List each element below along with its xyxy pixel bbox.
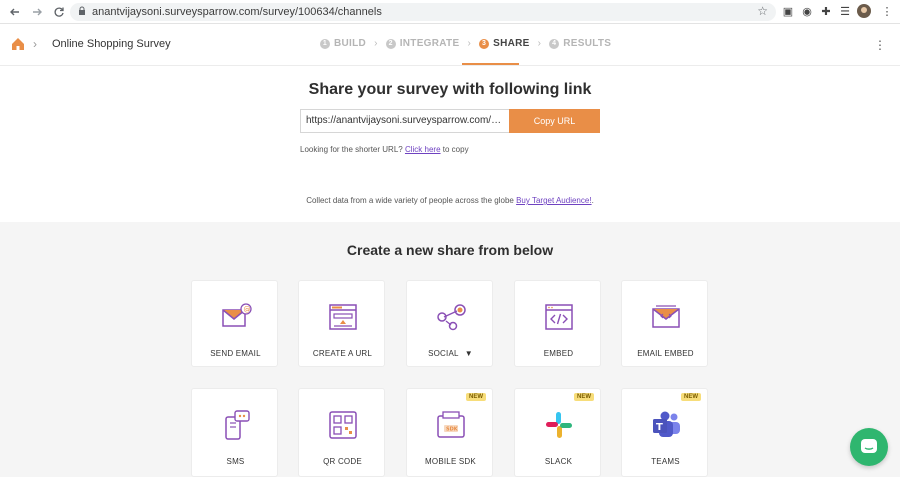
new-badge: NEW (574, 393, 594, 401)
create-url-icon (329, 304, 357, 330)
new-badge: NEW (681, 393, 701, 401)
chat-support-button[interactable] (850, 428, 888, 466)
social-icon (437, 304, 466, 331)
chevron-right-icon: › (537, 38, 542, 49)
bookmark-star-icon[interactable]: ☆ (757, 4, 768, 18)
sms-icon (225, 410, 250, 440)
puzzle-icon[interactable]: ✚ (819, 4, 833, 18)
qr-code-icon (329, 411, 357, 439)
chat-icon (861, 439, 877, 453)
share-option-social[interactable]: SOCIAL ▼ (406, 280, 493, 367)
teams-icon: T (653, 411, 680, 437)
share-option-teams[interactable]: NEW T TEAMS (621, 388, 708, 477)
share-option-embed[interactable]: EMBED (514, 280, 601, 367)
shorter-url-hint: Looking for the shorter URL? Click here … (300, 145, 469, 154)
home-icon[interactable] (10, 36, 26, 52)
step-integrate[interactable]: 2 INTEGRATE (385, 38, 460, 49)
chevron-right-icon: › (467, 38, 472, 49)
step-results[interactable]: 4 RESULTS (549, 38, 611, 49)
survey-link-field[interactable]: https://anantvijaysoni.surveysparrow.com… (300, 109, 510, 133)
chevron-right-icon: › (33, 37, 37, 51)
survey-title: Online Shopping Survey (52, 38, 171, 50)
share-title: Share your survey with following link (308, 81, 592, 98)
send-email-icon: @ (222, 303, 252, 327)
step-share[interactable]: 3 SHARE (479, 38, 530, 49)
address-text: anantvijaysoni.surveysparrow.com/survey/… (92, 6, 382, 18)
email-embed-icon (652, 305, 680, 328)
buy-target-audience-link[interactable]: Buy Target Audience! (516, 196, 591, 205)
copy-url-button[interactable]: Copy URL (509, 109, 600, 133)
mobile-sdk-icon: SDK (437, 411, 465, 438)
back-icon[interactable] (8, 5, 22, 19)
slack-icon (546, 412, 572, 438)
lock-icon (78, 6, 86, 18)
chevron-right-icon: › (374, 38, 378, 49)
browser-toolbar: anantvijaysoni.surveysparrow.com/survey/… (0, 0, 900, 24)
share-option-create-url[interactable]: CREATE A URL (298, 280, 385, 367)
svg-text:SDK: SDK (446, 427, 459, 433)
step-nav: 1 BUILD › 2 INTEGRATE › 3 SHARE › 4 RESULTS (320, 38, 611, 49)
reading-list-icon[interactable]: ☰ (838, 4, 852, 18)
share-option-qr-code[interactable]: QR CODE (298, 388, 385, 477)
dropdown-caret-icon[interactable]: ▼ (465, 349, 473, 358)
profile-avatar[interactable] (857, 4, 871, 18)
more-options-icon[interactable]: ⋮ (874, 38, 886, 52)
cast-icon[interactable]: ▣ (781, 4, 795, 18)
share-link-panel: Share your survey with following link ht… (0, 66, 900, 222)
share-option-send-email[interactable]: @ SEND EMAIL (191, 280, 278, 367)
click-here-link[interactable]: Click here (405, 145, 441, 154)
address-bar[interactable]: anantvijaysoni.surveysparrow.com/survey/… (70, 3, 776, 21)
new-badge: NEW (466, 393, 486, 401)
grid-title: Create a new share from below (346, 242, 554, 258)
extension-circle-icon[interactable]: ◉ (800, 4, 814, 18)
svg-text:T: T (656, 422, 663, 433)
svg-text:@: @ (244, 306, 251, 314)
reload-icon[interactable] (52, 5, 66, 19)
app-header: › Online Shopping Survey 1 BUILD › 2 INTEG… (0, 24, 900, 66)
share-option-slack[interactable]: NEW SLACK (514, 388, 601, 477)
embed-icon (545, 304, 573, 330)
forward-icon[interactable] (30, 5, 44, 19)
share-option-mobile-sdk[interactable]: NEW SDK MOBILE SDK (406, 388, 493, 477)
browser-menu-icon[interactable]: ⋮ (880, 4, 894, 18)
target-audience-hint: Collect data from a wide variety of peop… (306, 196, 594, 205)
share-option-sms[interactable]: SMS (191, 388, 278, 477)
step-build[interactable]: 1 BUILD (320, 38, 366, 49)
share-option-email-embed[interactable]: EMAIL EMBED (621, 280, 708, 367)
active-step-indicator (462, 63, 519, 65)
